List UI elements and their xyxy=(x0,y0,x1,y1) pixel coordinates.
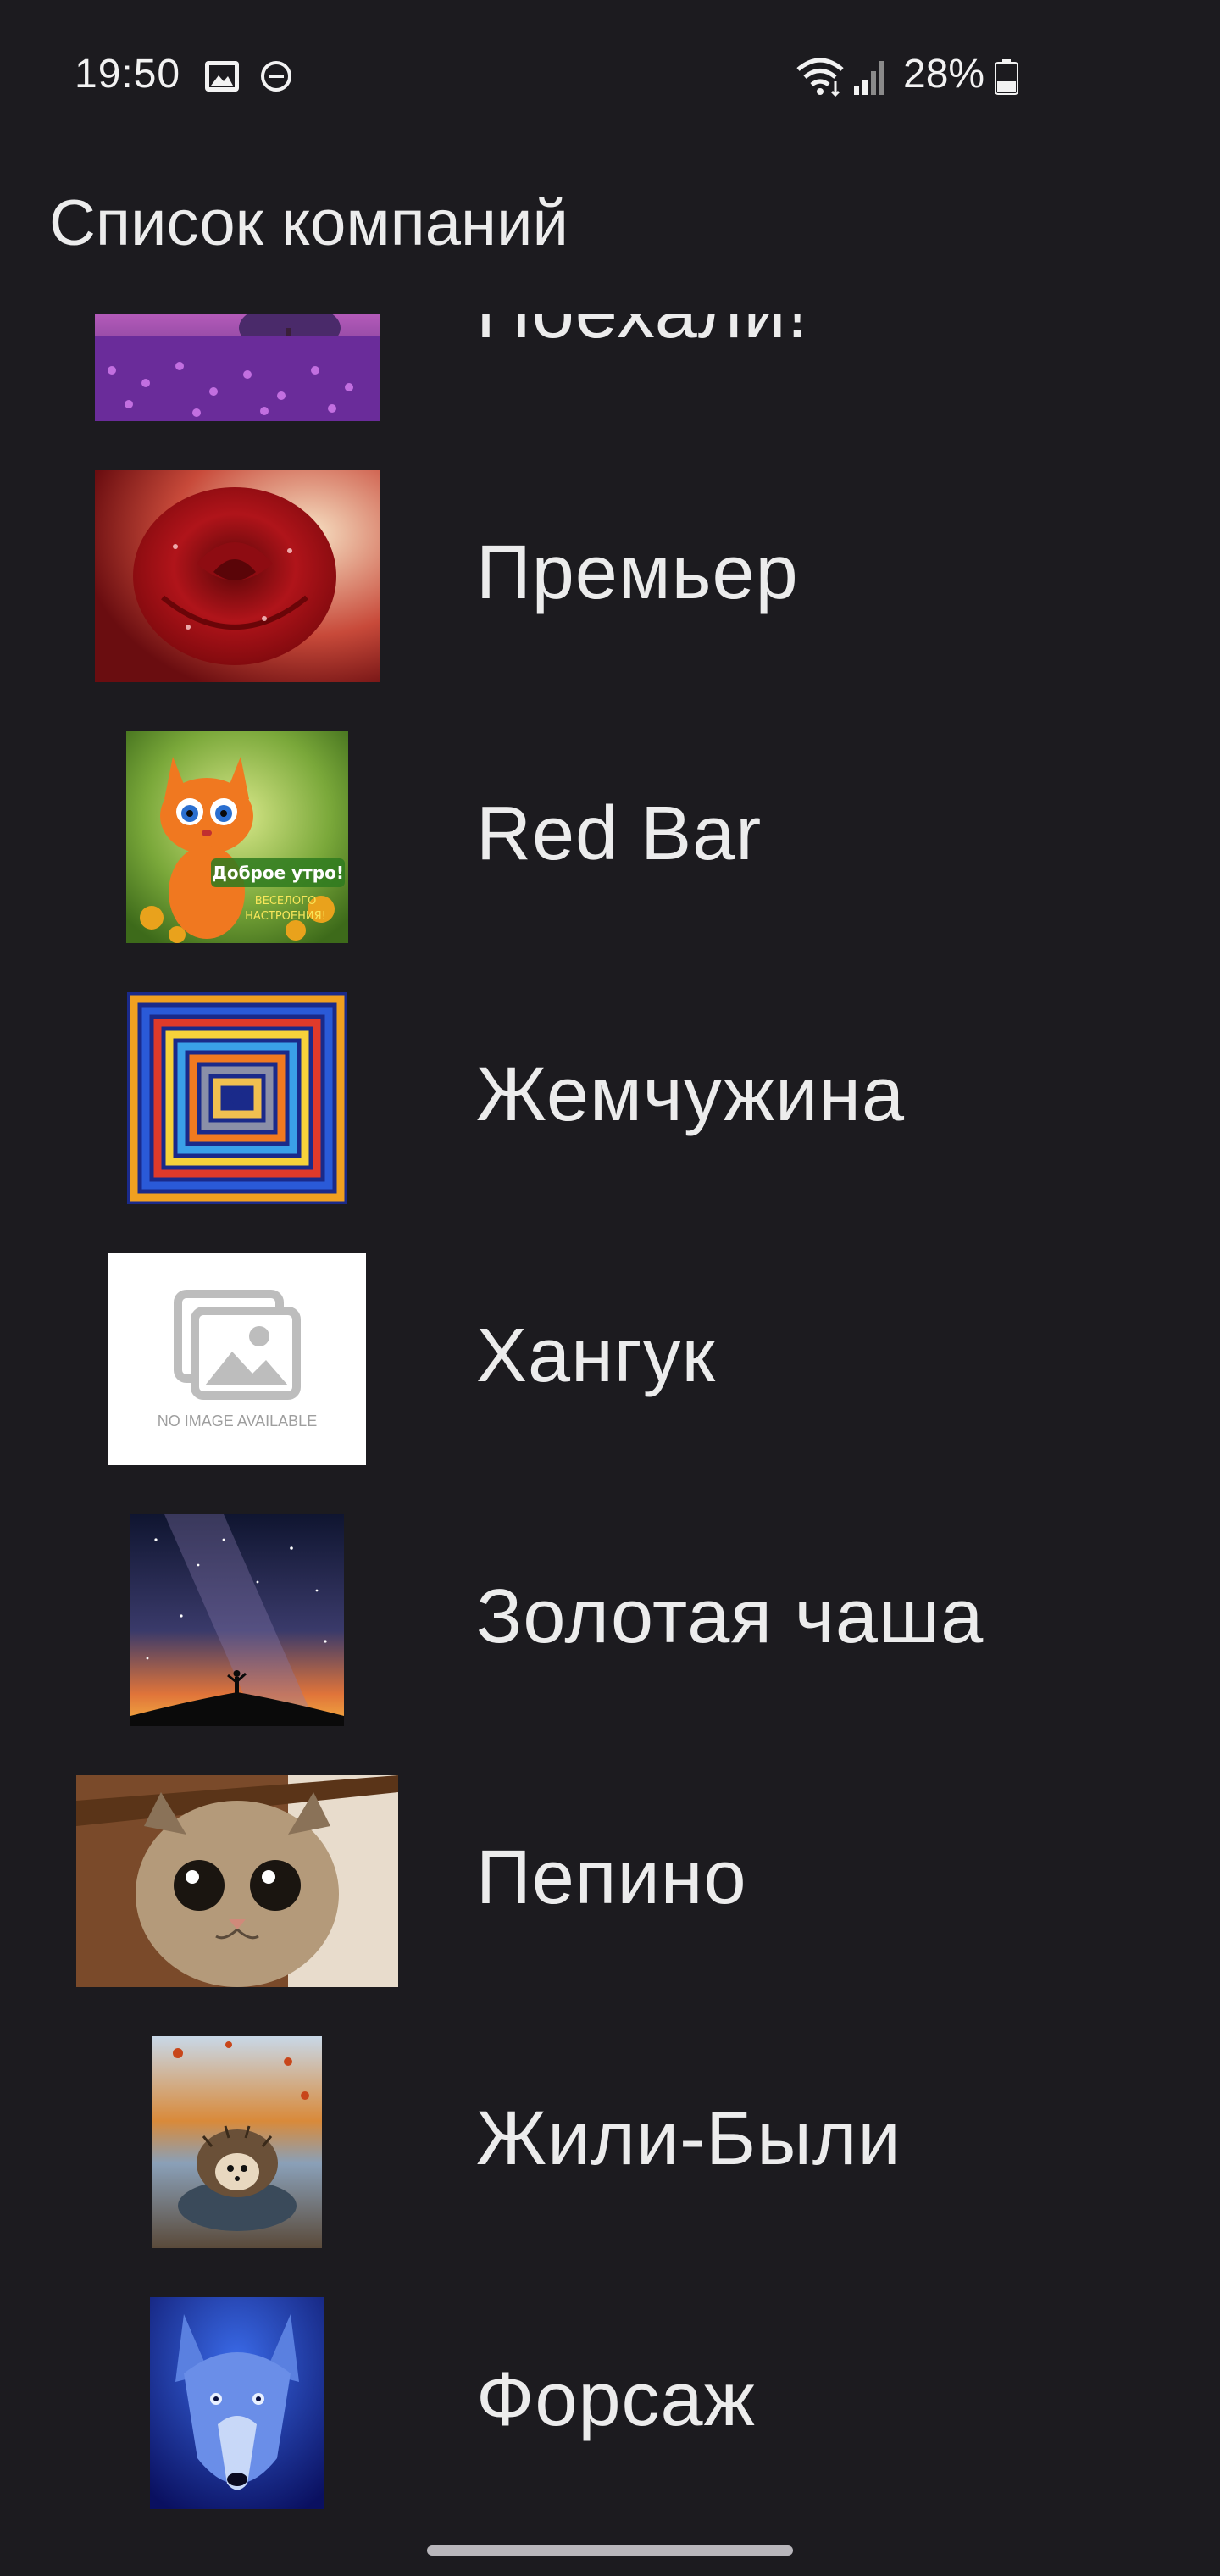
company-logo-image xyxy=(127,992,347,1204)
image-placeholder-icon xyxy=(174,1290,301,1400)
company-name: Жемчужина xyxy=(476,1052,906,1137)
app-bar: Список компаний xyxy=(0,153,1220,314)
company-logo-image: Доброе утро! ВЕСЕЛОГО НАСТРОЕНИЯ! xyxy=(126,731,348,943)
card-wish-line2: НАСТРОЕНИЯ! xyxy=(245,910,326,923)
company-logo-image xyxy=(152,2036,322,2248)
signal-icon xyxy=(854,61,884,95)
company-logo-image xyxy=(95,314,380,421)
company-name: Золотая чаша xyxy=(476,1574,984,1659)
company-name: Форсаж xyxy=(476,2357,756,2442)
company-item[interactable]: Доброе утро! ВЕСЕЛОГО НАСТРОЕНИЯ! Red Ba… xyxy=(0,731,1220,992)
company-name: Жили-Были xyxy=(476,2096,901,2181)
company-item[interactable]: Золотая чаша xyxy=(0,1514,1220,1775)
gesture-nav-handle[interactable] xyxy=(427,2545,793,2556)
dnd-icon xyxy=(261,61,291,92)
company-item[interactable]: Жили-Были xyxy=(0,2036,1220,2297)
company-logo-image xyxy=(130,1514,344,1726)
gallery-icon xyxy=(205,61,239,92)
status-time: 19:50 xyxy=(75,52,181,97)
company-item[interactable]: Жемчужина xyxy=(0,992,1220,1253)
company-list[interactable]: Поехали! xyxy=(0,314,1220,2517)
battery-percent: 28% xyxy=(903,52,985,97)
company-name: Премьер xyxy=(476,530,799,615)
battery-icon xyxy=(995,59,1018,95)
card-wish-line1: ВЕСЕЛОГО xyxy=(255,895,317,908)
company-item[interactable]: Пепино xyxy=(0,1775,1220,2036)
status-bar: 19:50 28% xyxy=(0,0,1220,153)
company-name: Хангук xyxy=(476,1313,716,1398)
company-item[interactable]: Премьер xyxy=(0,470,1220,731)
company-logo-image xyxy=(150,2297,324,2509)
wifi-icon xyxy=(796,58,844,97)
page-title: Список компаний xyxy=(49,187,568,259)
company-logo-image xyxy=(95,470,380,682)
no-image-placeholder: NO IMAGE AVAILABLE xyxy=(108,1253,366,1465)
company-name: Поехали! xyxy=(476,314,809,356)
company-name: Red Bar xyxy=(476,791,762,876)
company-item[interactable]: Поехали! xyxy=(0,314,1220,470)
no-image-text: NO IMAGE AVAILABLE xyxy=(158,1413,317,1430)
company-logo-image xyxy=(76,1775,398,1987)
company-item[interactable]: NO IMAGE AVAILABLE Хангук xyxy=(0,1253,1220,1514)
card-greeting: Доброе утро! xyxy=(212,863,344,883)
company-name: Пепино xyxy=(476,1835,747,1920)
company-item[interactable]: Форсаж xyxy=(0,2297,1220,2517)
